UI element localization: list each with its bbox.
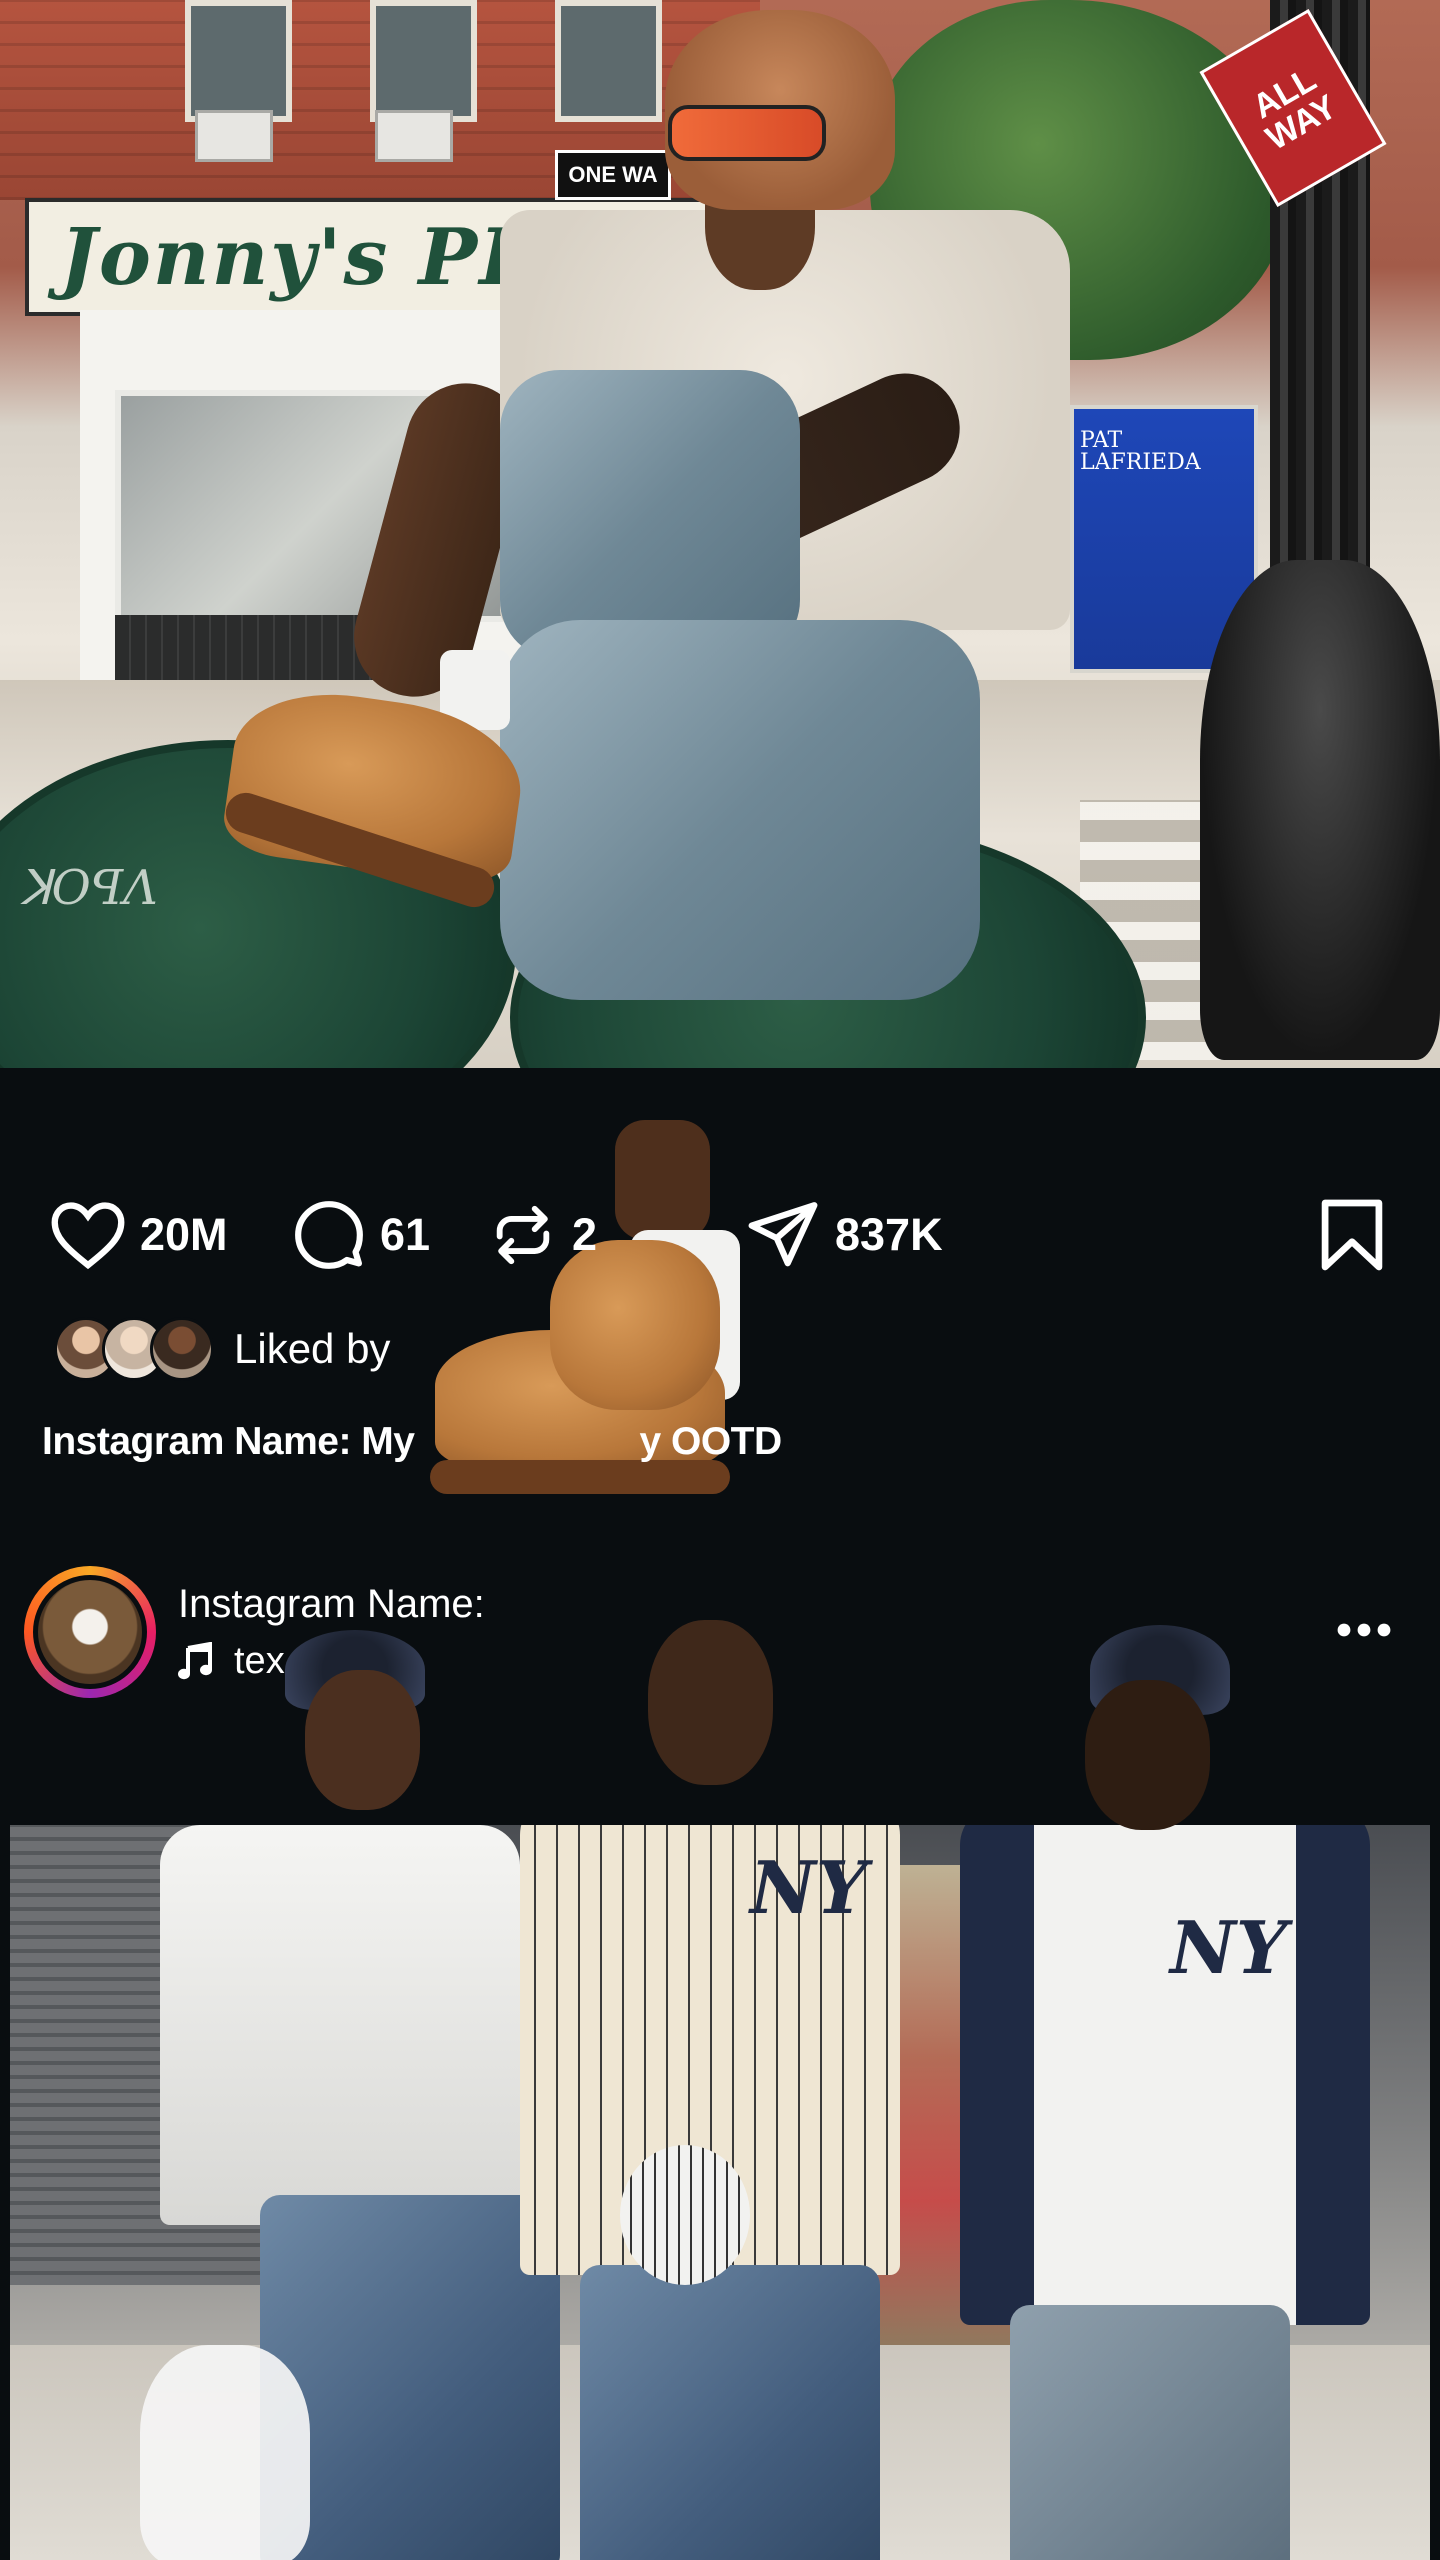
post2-username[interactable]: Instagram Name:	[178, 1582, 485, 1627]
post1-caption[interactable]: Instagram Name: My y OOTD	[42, 1420, 782, 1464]
yankees-raglan-jersey	[960, 1825, 1370, 2325]
post1-photo[interactable]: Jonny's PIZZA ONE WA PAT LAFRIEDA ALL WA…	[0, 0, 1440, 1068]
caption-text-tail: y OOTD	[639, 1420, 782, 1463]
like-button[interactable]: 20M	[50, 1190, 228, 1280]
post2-avatar[interactable]	[24, 1566, 156, 1698]
pinstripe-cap	[620, 2145, 750, 2285]
post2-photo[interactable]: NY NY	[10, 1825, 1430, 2560]
share-count: 837K	[835, 1209, 943, 1260]
repost-icon	[496, 1205, 550, 1265]
air-conditioner	[375, 110, 453, 162]
heart-icon	[51, 1202, 125, 1270]
air-conditioner	[195, 110, 273, 162]
more-dots-icon[interactable]	[1336, 1610, 1392, 1650]
plastic-bag	[140, 2345, 310, 2560]
graffiti: ꓘOꟼΛ	[20, 860, 158, 916]
head	[305, 1670, 420, 1810]
window	[370, 0, 477, 122]
bookmark-icon[interactable]	[1318, 1198, 1386, 1272]
like-count: 20M	[140, 1209, 228, 1260]
jeans-shorts	[500, 620, 980, 1000]
one-way-sign: ONE WA	[555, 150, 671, 200]
comment-count: 61	[380, 1209, 431, 1260]
white-tee	[160, 1825, 520, 2225]
baggy-jeans	[580, 2265, 880, 2560]
paper-plane-icon	[748, 1202, 818, 1267]
music-note-icon	[178, 1641, 212, 1679]
liked-by-label: Liked by	[234, 1325, 391, 1372]
post1-action-bar: 20M 61 2 837K	[0, 1190, 1440, 1280]
head	[648, 1620, 773, 1785]
comment-bubble-icon	[295, 1201, 363, 1269]
head	[1085, 1680, 1210, 1830]
audio-label: tex	[234, 1640, 285, 1682]
sunglasses	[668, 105, 826, 161]
ny-logo: NY	[1170, 1905, 1288, 1990]
jeans-knee	[500, 370, 800, 660]
caption-username: Instagram Name: My	[42, 1420, 415, 1463]
share-button[interactable]: 837K	[745, 1190, 943, 1280]
post2-audio[interactable]: tex	[178, 1640, 285, 1683]
repost-count: 2	[572, 1209, 598, 1260]
comment-button[interactable]: 61	[292, 1190, 430, 1280]
ny-logo: NY	[750, 1845, 868, 1930]
window	[555, 0, 662, 122]
liker-avatar	[150, 1317, 214, 1381]
lamppost-base	[1200, 560, 1440, 1060]
repost-button[interactable]: 2	[488, 1190, 597, 1280]
boot-sole	[430, 1460, 730, 1494]
avatar-image	[33, 1575, 147, 1689]
liked-by-row[interactable]: Liked by	[54, 1316, 390, 1382]
window	[185, 0, 292, 122]
faded-jeans	[1010, 2305, 1290, 2560]
